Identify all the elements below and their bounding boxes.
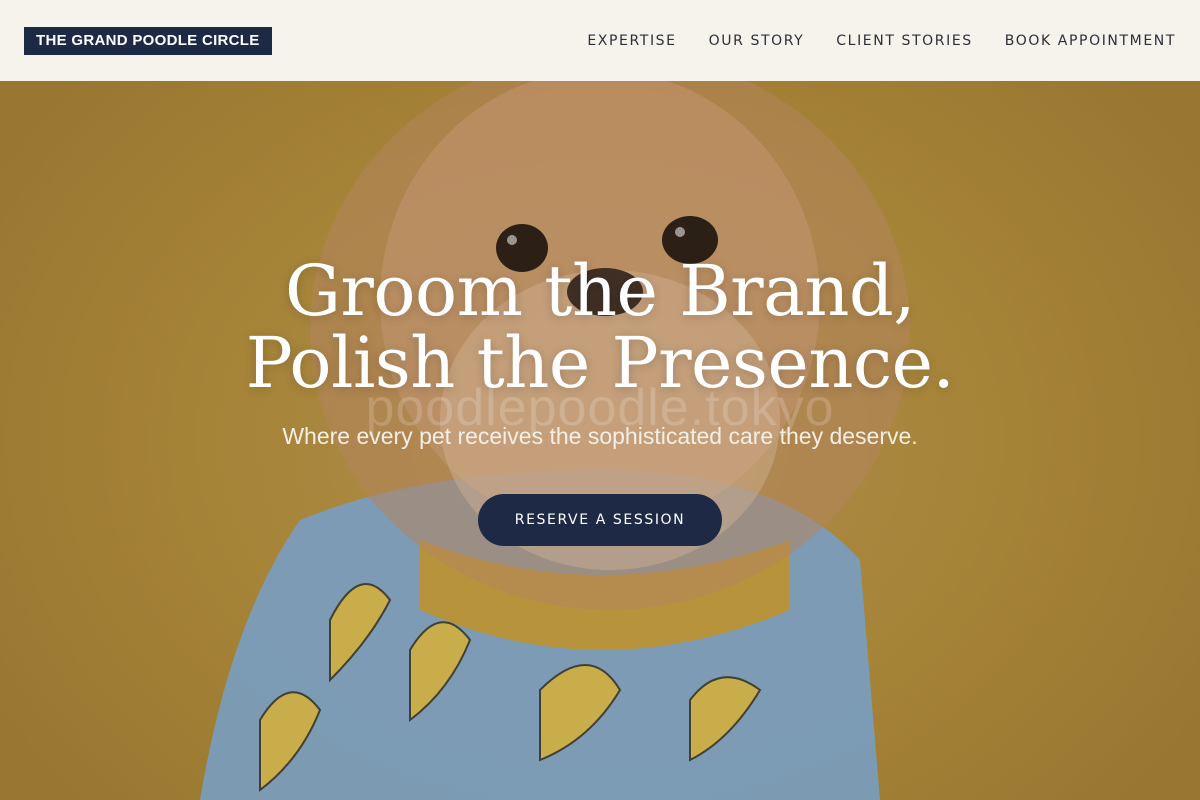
headline-line-1: Groom the Brand, <box>285 250 915 332</box>
hero-content: Groom the Brand, Polish the Presence. Wh… <box>0 255 1200 546</box>
nav-item-our-story[interactable]: OUR STORY <box>709 33 805 49</box>
headline-line-2: Polish the Presence. <box>245 322 955 404</box>
nav-item-expertise[interactable]: EXPERTISE <box>587 33 676 49</box>
nav-item-book-appointment[interactable]: BOOK APPOINTMENT <box>1005 33 1176 49</box>
site-header: THE GRAND POODLE CIRCLE EXPERTISE OUR ST… <box>0 0 1200 81</box>
brand-logo[interactable]: THE GRAND POODLE CIRCLE <box>24 26 272 55</box>
nav-item-client-stories[interactable]: CLIENT STORIES <box>836 33 972 49</box>
hero-headline: Groom the Brand, Polish the Presence. <box>0 255 1200 399</box>
hero-subheadline: Where every pet receives the sophisticat… <box>282 423 918 449</box>
main-nav: EXPERTISE OUR STORY CLIENT STORIES BOOK … <box>587 33 1176 49</box>
reserve-session-button[interactable]: RESERVE A SESSION <box>478 494 722 546</box>
